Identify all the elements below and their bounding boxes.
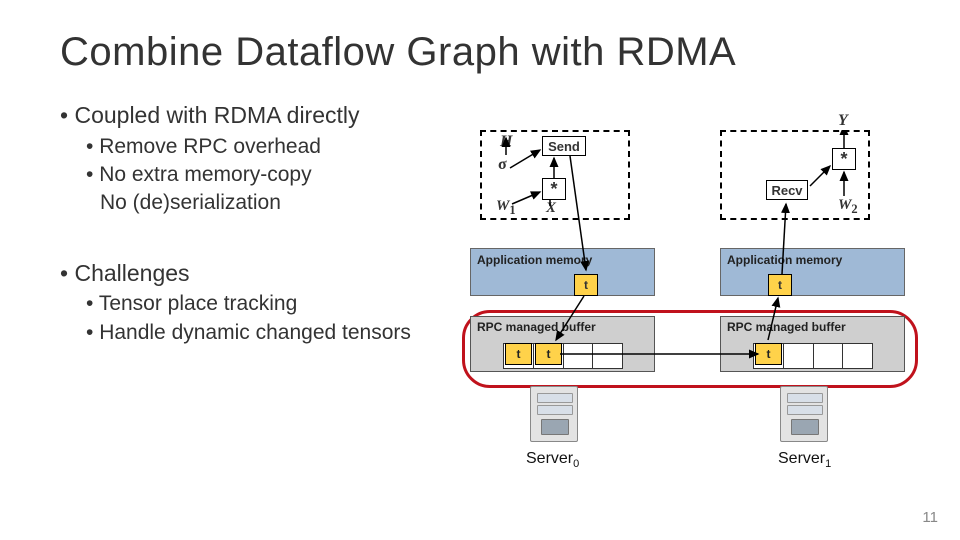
- rpc-label: RPC managed buffer: [477, 320, 596, 334]
- op-multiply-left: *: [542, 178, 566, 200]
- server-icon-1: [780, 386, 828, 442]
- rpc-buffer-right: RPC managed buffer t: [720, 316, 905, 372]
- bullet-l1: Coupled with RDMA directly: [60, 101, 910, 130]
- tensor-t-rpc-left-1: t: [535, 343, 562, 365]
- sym-X: X: [546, 200, 556, 217]
- server-icon-0: [530, 386, 578, 442]
- tensor-t-appmem-right: t: [768, 274, 792, 296]
- rpc-label: RPC managed buffer: [727, 320, 846, 334]
- rpc-slot: [843, 344, 872, 368]
- tensor-t-rpc-left-0: t: [505, 343, 532, 365]
- rpc-slot: [814, 344, 844, 368]
- server-label-1: Server1: [778, 450, 831, 470]
- rpc-slot: [784, 344, 814, 368]
- rpc-buffer-left: RPC managed buffer t t: [470, 316, 655, 372]
- app-memory-left: Application memory: [470, 248, 655, 296]
- sym-H: H: [500, 133, 512, 151]
- page-number: 11: [922, 509, 938, 526]
- slide-title: Combine Dataflow Graph with RDMA: [60, 30, 910, 75]
- app-memory-right: Application memory: [720, 248, 905, 296]
- op-multiply-right: *: [832, 148, 856, 170]
- diagram: Send * H σ W1 X Recv * Y W2 Application …: [470, 130, 930, 500]
- tensor-t-appmem-left: t: [574, 274, 598, 296]
- rpc-slot: [564, 344, 594, 368]
- op-send: Send: [542, 136, 586, 156]
- op-recv: Recv: [766, 180, 808, 200]
- tensor-t-rpc-right-0: t: [755, 343, 782, 365]
- sym-W1: W1: [496, 198, 516, 218]
- sym-Y: Y: [838, 112, 848, 130]
- slide: Combine Dataflow Graph with RDMA Coupled…: [0, 0, 960, 540]
- sym-W2: W2: [838, 197, 858, 217]
- rpc-slot: [593, 344, 622, 368]
- sym-sigma: σ: [498, 156, 507, 174]
- server-label-0: Server0: [526, 450, 579, 470]
